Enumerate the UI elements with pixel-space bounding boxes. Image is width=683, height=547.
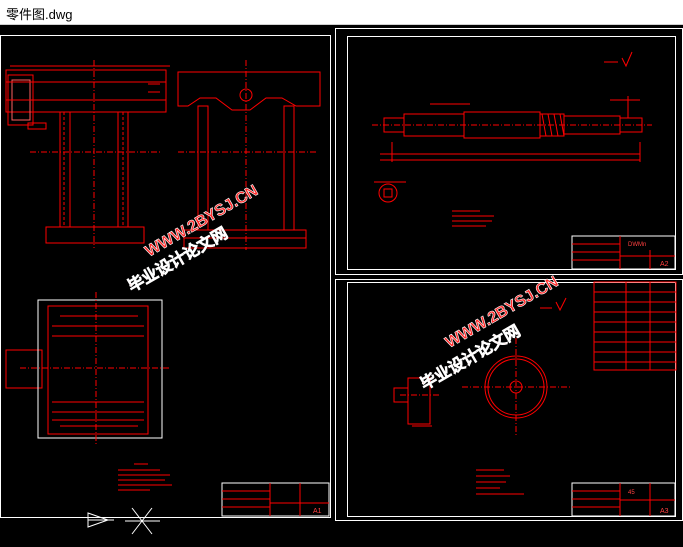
sheet-size-left: A1 bbox=[313, 508, 322, 515]
part-code-top-right: DWMn bbox=[628, 242, 646, 248]
drawing-canvas[interactable]: A1 DWMn A2 45 A3 WWW.2BYSJ.CN 毕业设计论文网 WW… bbox=[0, 25, 683, 542]
technical-notes-top-right bbox=[452, 210, 494, 227]
window-title: 零件图.dwg bbox=[6, 7, 73, 22]
part-front-view bbox=[5, 60, 170, 248]
shaft-drawing bbox=[372, 96, 652, 162]
sheet-size-top-right: A2 bbox=[660, 261, 669, 268]
shaft-section-view bbox=[374, 181, 406, 203]
watermark-top: WWW.2BYSJ.CN 毕业设计论文网 bbox=[124, 182, 261, 296]
sheet-frame-top-right bbox=[335, 28, 683, 275]
sheet-size-bottom-right: A3 bbox=[660, 508, 669, 515]
technical-notes-bottom-right bbox=[476, 469, 524, 495]
material-code-bottom-right: 45 bbox=[628, 490, 635, 496]
part-top-view bbox=[5, 292, 170, 444]
window-title-bar: 零件图.dwg bbox=[0, 0, 683, 25]
projection-symbol-icon bbox=[87, 512, 114, 528]
roughness-symbol-top-right-icon bbox=[604, 51, 633, 68]
technical-notes-left bbox=[118, 463, 172, 491]
watermark-bottom: WWW.2BYSJ.CN 毕业设计论文网 bbox=[417, 273, 562, 394]
ucs-axis-icon bbox=[125, 507, 160, 535]
parameter-table bbox=[593, 281, 677, 371]
roughness-symbol-bottom-right-icon bbox=[540, 297, 567, 312]
